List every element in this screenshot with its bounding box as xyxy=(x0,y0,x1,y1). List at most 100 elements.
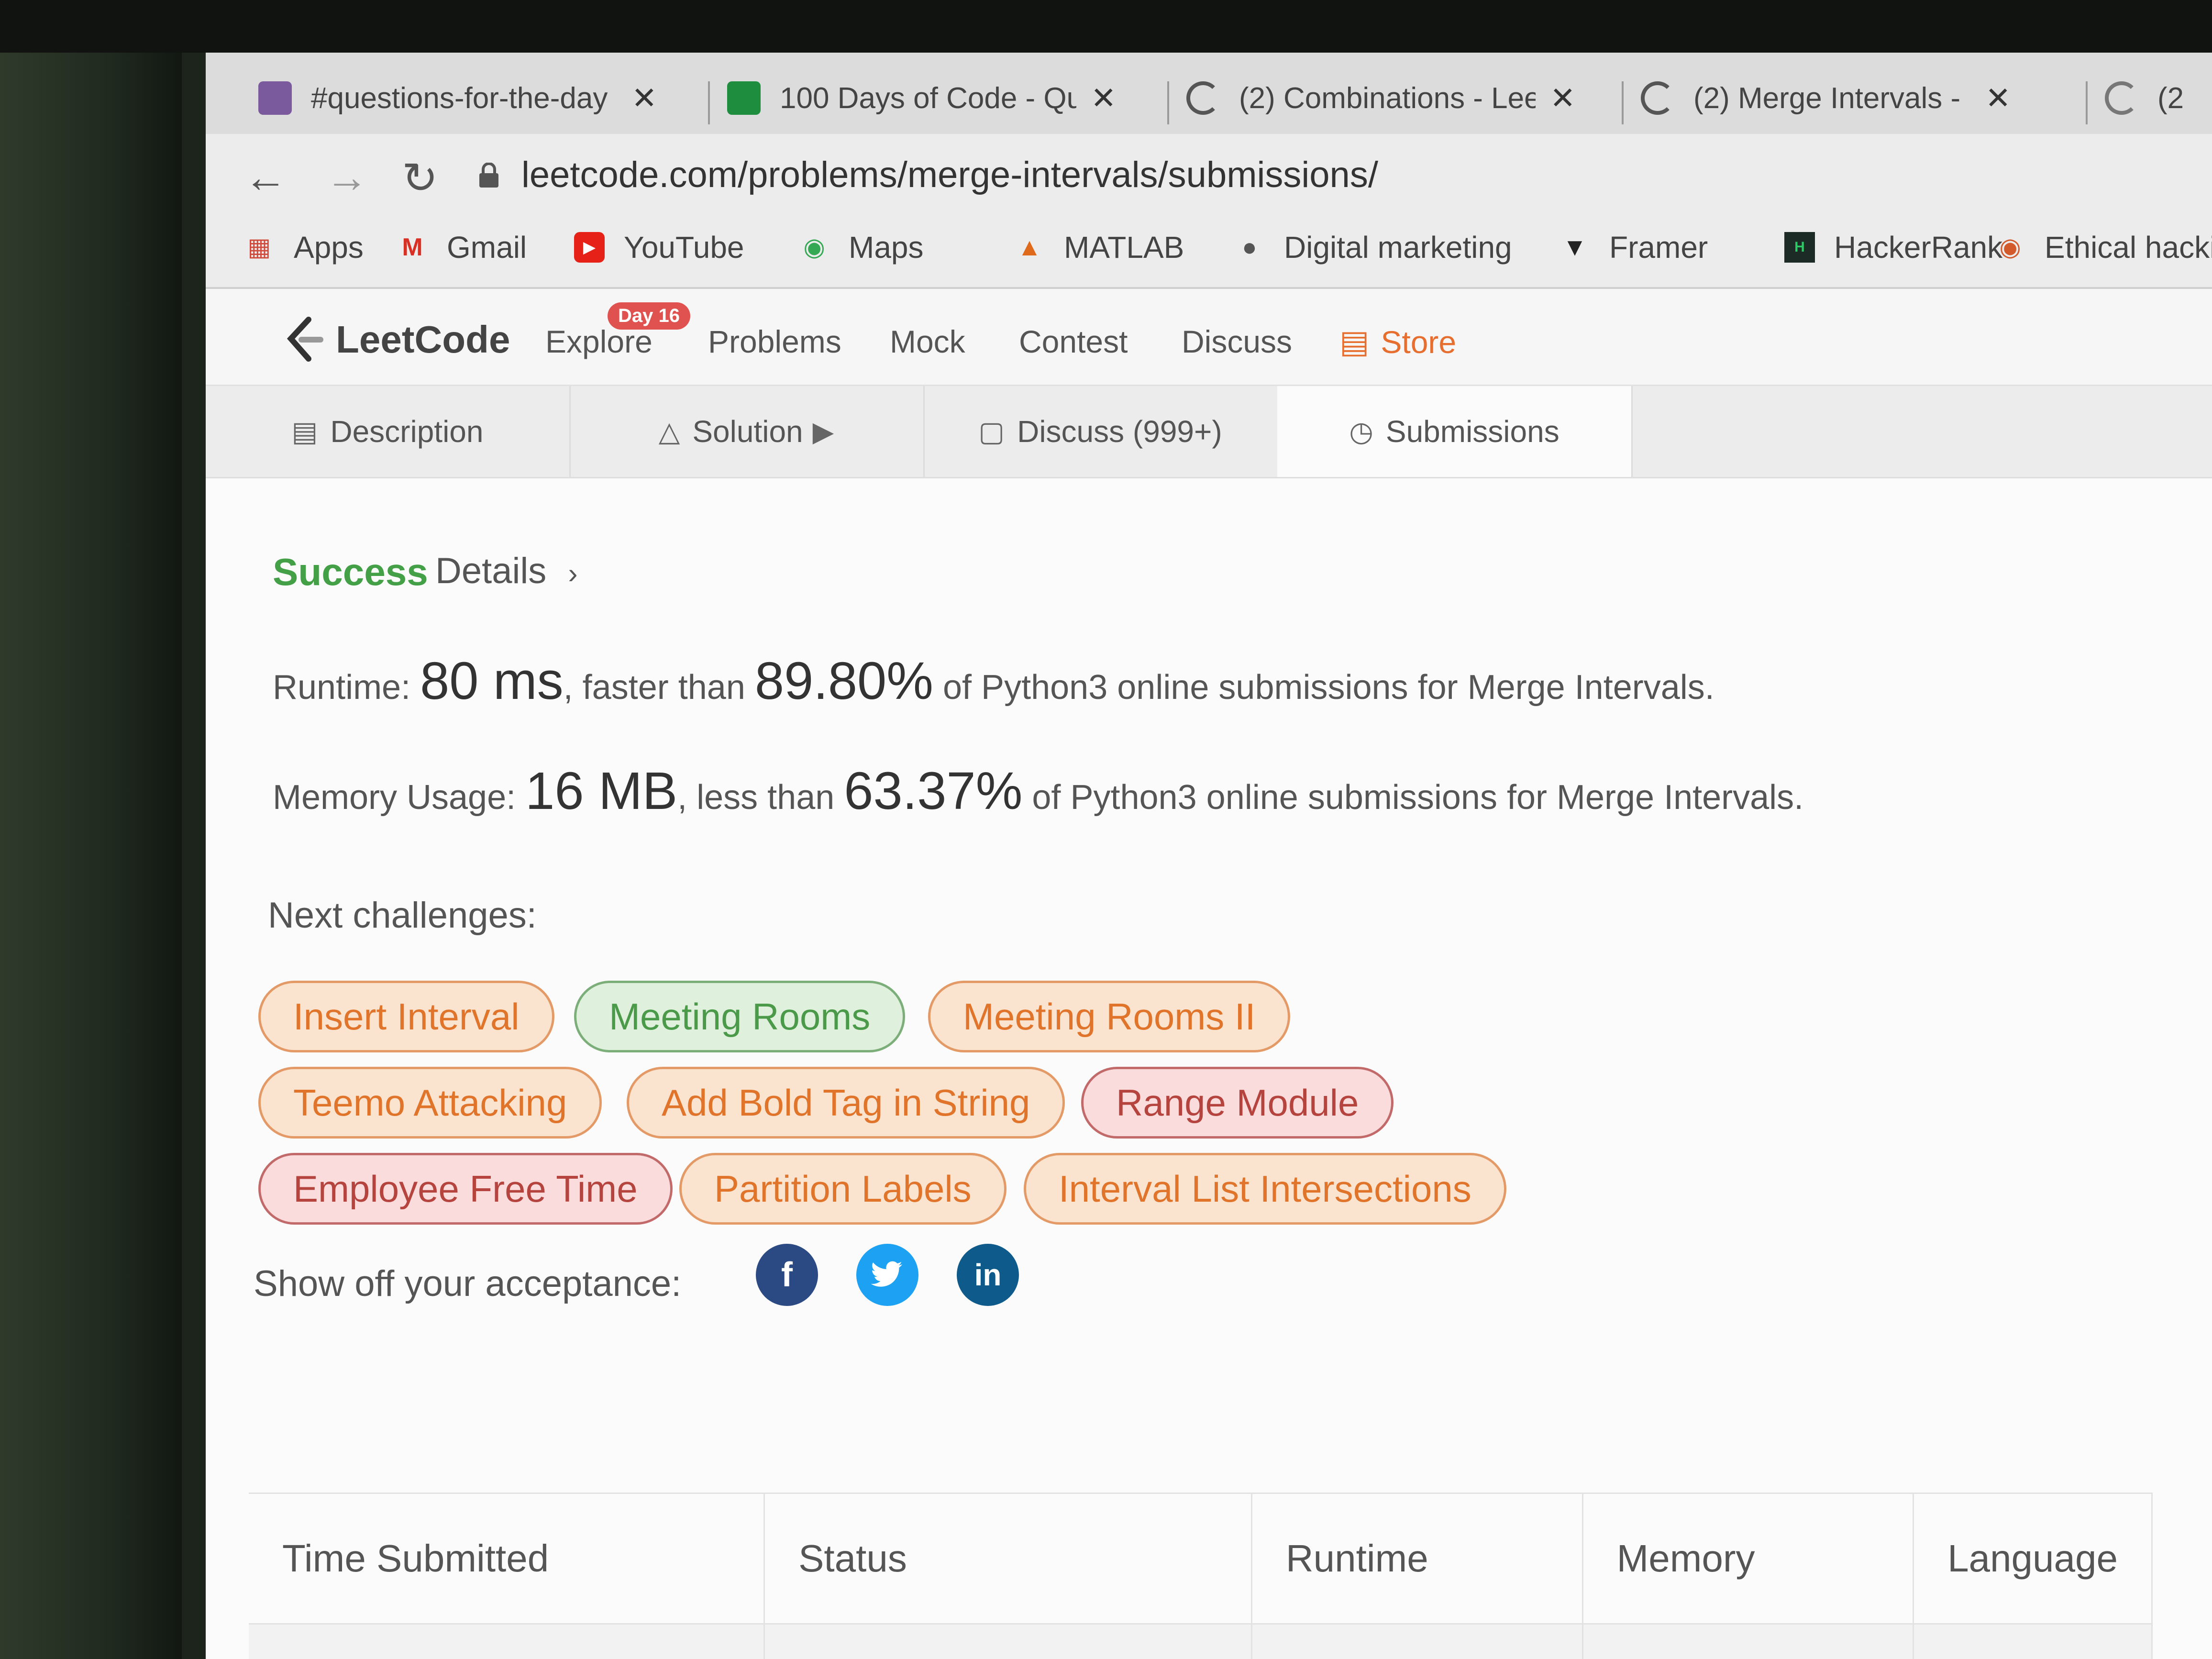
comment-icon: ▢ xyxy=(978,416,1005,447)
cell-runtime: 80 ms xyxy=(1251,1624,1583,1659)
column-header[interactable]: Memory xyxy=(1582,1493,1914,1625)
cell-language: python3 xyxy=(1913,1624,2153,1659)
tab-discuss[interactable]: ▢ Discuss (999+) xyxy=(923,386,1279,477)
bookmark-digital-marketing[interactable]: ● Digital marketing xyxy=(1234,230,1512,265)
browser-tab[interactable]: #questions-for-the-day ✕ xyxy=(258,62,657,134)
tab-title: (2 xyxy=(2157,81,2184,115)
tab-label: Description xyxy=(330,414,484,449)
description-icon: ▤ xyxy=(291,416,318,447)
close-icon[interactable]: ✕ xyxy=(1091,80,1117,116)
share-label: Show off your acceptance: xyxy=(254,1263,682,1304)
browser-tab-active[interactable]: (2) Merge Intervals - L ✕ xyxy=(1641,62,2011,134)
runtime-percent: 89.80% xyxy=(754,652,933,710)
bookmark-gmail[interactable]: M Gmail xyxy=(397,230,527,265)
column-header[interactable]: Status xyxy=(764,1493,1252,1625)
gmail-icon: M xyxy=(402,233,423,261)
browser-tab[interactable]: (2 xyxy=(2105,62,2212,134)
browser-tab[interactable]: 100 Days of Code - Qu ✕ xyxy=(727,62,1117,134)
linkedin-icon[interactable]: in xyxy=(957,1244,1019,1306)
address-toolbar: ← → ↻ leetcode.com/problems/merge-interv… xyxy=(206,134,2212,215)
leetcode-logo[interactable]: LeetCode xyxy=(282,316,510,364)
close-icon[interactable]: ✕ xyxy=(1550,80,1576,116)
challenge-chip[interactable]: Range Module xyxy=(1081,1067,1394,1139)
tab-divider xyxy=(1167,81,1169,124)
runtime-stat: Runtime: 80 ms, faster than 89.80% of Py… xyxy=(273,651,1714,711)
problem-tabs: ▤ Description △ Solution ▶ ▢ Discuss (99… xyxy=(206,386,2212,478)
challenge-chip[interactable]: Insert Interval xyxy=(258,981,554,1052)
twitter-icon[interactable] xyxy=(856,1244,918,1306)
photo-background-left xyxy=(0,0,182,1659)
challenge-chip[interactable]: Employee Free Time xyxy=(258,1153,673,1225)
details-link[interactable]: Details › xyxy=(435,550,577,592)
tab-label: Discuss (999+) xyxy=(1017,414,1222,449)
bookmark-maps[interactable]: ◉ Maps xyxy=(799,230,923,265)
nav-explore[interactable]: Explore xyxy=(545,323,653,360)
bookmark-framer[interactable]: ▼ Framer xyxy=(1559,230,1708,265)
challenge-chip[interactable]: Teemo Attacking xyxy=(258,1067,602,1139)
column-header[interactable]: Time Submitted xyxy=(249,1493,765,1625)
bookmark-hackerrank[interactable]: H HackerRank xyxy=(1784,230,2002,265)
sheets-icon xyxy=(727,81,761,115)
column-header[interactable]: Language xyxy=(1913,1493,2153,1625)
tab-strip: #questions-for-the-day ✕ 100 Days of Cod… xyxy=(206,53,2212,134)
status-success: Success xyxy=(273,551,428,593)
tab-submissions[interactable]: ◷ Submissions xyxy=(1277,386,1633,477)
tab-description[interactable]: ▤ Description xyxy=(206,386,571,477)
bookmark-label: YouTube xyxy=(624,230,744,265)
column-header[interactable]: Runtime xyxy=(1251,1493,1583,1625)
facebook-icon[interactable]: f xyxy=(756,1244,818,1306)
table-header-row: Time Submitted Status Runtime Memory Lan… xyxy=(249,1493,2153,1625)
leetcode-icon xyxy=(1641,81,1674,115)
slack-icon xyxy=(258,81,292,115)
nav-problems[interactable]: Problems xyxy=(708,323,841,360)
bookmark-label: Ethical hackin xyxy=(2045,230,2212,265)
bookmark-label: Gmail xyxy=(447,230,527,265)
youtube-icon: ▶ xyxy=(574,232,605,263)
reload-icon[interactable]: ↻ xyxy=(402,153,438,203)
bookmark-youtube[interactable]: ▶ YouTube xyxy=(574,230,744,265)
bookmark-matlab[interactable]: ▲ MATLAB xyxy=(1014,230,1184,265)
challenge-chip[interactable]: Partition Labels xyxy=(679,1153,1006,1225)
browser-tab[interactable]: (2) Combinations - Lee ✕ xyxy=(1186,62,1576,134)
runtime-mid: , faster than xyxy=(563,668,745,707)
nav-mock[interactable]: Mock xyxy=(890,323,965,360)
tab-divider xyxy=(708,81,710,124)
leetcode-icon xyxy=(2105,81,2138,115)
bookmark-label: MATLAB xyxy=(1064,230,1184,265)
challenge-chip[interactable]: Add Bold Tag in String xyxy=(627,1067,1065,1139)
close-icon[interactable]: ✕ xyxy=(1985,80,2011,116)
bookmark-apps[interactable]: ▦ Apps xyxy=(244,230,364,265)
clock-icon: ◷ xyxy=(1349,416,1373,447)
back-icon[interactable]: ← xyxy=(244,153,287,202)
challenge-chip[interactable]: Interval List Intersections xyxy=(1024,1153,1506,1225)
bookmark-label: Apps xyxy=(294,230,364,265)
bookmarks-bar: ▦ Apps M Gmail ▶ YouTube ◉ Maps ▲ MATLAB… xyxy=(206,215,2212,289)
runtime-value: 80 ms xyxy=(420,652,564,710)
forward-icon[interactable]: → xyxy=(325,153,368,202)
bookmark-label: Framer xyxy=(1609,230,1708,265)
close-icon[interactable]: ✕ xyxy=(631,80,657,116)
chevron-right-icon: › xyxy=(568,557,578,589)
matlab-icon: ▲ xyxy=(1017,233,1042,261)
bookmark-ethical-hacking[interactable]: ◉ Ethical hackin xyxy=(1995,230,2212,265)
memory-suffix: of Python3 online submissions for Merge … xyxy=(1032,778,1804,817)
challenge-chip[interactable]: Meeting Rooms II xyxy=(928,981,1291,1052)
tab-title: (2) Combinations - Lee xyxy=(1239,81,1536,115)
tab-solution[interactable]: △ Solution ▶ xyxy=(569,386,925,477)
tab-title: 100 Days of Code - Qu xyxy=(780,81,1076,115)
challenge-chip[interactable]: Meeting Rooms xyxy=(574,981,906,1052)
cell-memory: 16 MB xyxy=(1582,1624,1914,1659)
nav-discuss[interactable]: Discuss xyxy=(1182,323,1292,360)
memory-mid: , less than xyxy=(677,778,835,817)
lock-icon xyxy=(479,163,498,188)
leetcode-logo-icon xyxy=(287,317,323,362)
table-row[interactable]: 01/16/2021 18:07 Accepted 80 ms 16 MB py… xyxy=(249,1624,2153,1659)
tab-label: Solution xyxy=(692,414,803,449)
tab-title: (2) Merge Intervals - L xyxy=(1693,81,1971,115)
nav-contest[interactable]: Contest xyxy=(1019,323,1128,360)
nav-store[interactable]: ▤ Store xyxy=(1339,323,1456,360)
url-bar[interactable]: leetcode.com/problems/merge-intervals/su… xyxy=(521,154,1378,196)
next-challenges-label: Next challenges: xyxy=(268,895,537,936)
cell-status[interactable]: Accepted xyxy=(764,1624,1252,1659)
framer-icon: ▼ xyxy=(1562,233,1587,261)
